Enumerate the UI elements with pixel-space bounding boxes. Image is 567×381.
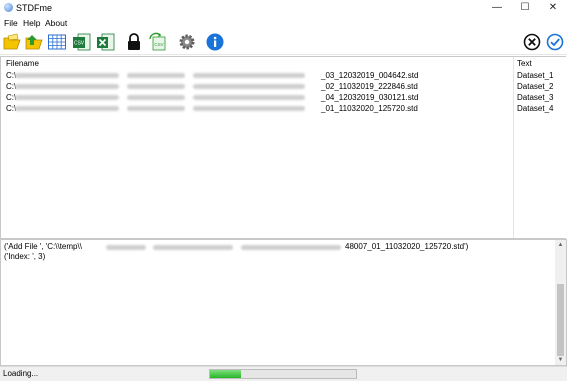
redacted-path — [106, 245, 146, 250]
log-scrollbar[interactable]: ▲ ▼ — [555, 240, 566, 365]
close-button[interactable]: ✕ — [539, 0, 567, 16]
app-icon — [4, 3, 13, 12]
filename-suffix: _04_12032019_030121.std — [321, 93, 419, 102]
settings-icon[interactable] — [177, 32, 197, 52]
toolbar: CSV CSV — [0, 29, 567, 55]
info-icon[interactable] — [205, 32, 225, 52]
row-text: Dataset_3 — [517, 93, 554, 102]
cancel-icon[interactable] — [522, 32, 542, 52]
redacted-path — [127, 84, 185, 89]
scrollbar-thumb[interactable] — [557, 284, 564, 356]
table-icon[interactable] — [47, 32, 67, 52]
status-bar: Loading... — [0, 366, 567, 381]
maximize-button[interactable]: ☐ — [511, 0, 539, 16]
ok-icon[interactable] — [545, 32, 565, 52]
log-line-index: ('Index: ', 3) — [4, 252, 46, 261]
redacted-path — [193, 106, 305, 111]
redacted-path — [193, 95, 305, 100]
status-text: Loading... — [3, 369, 39, 378]
column-filename[interactable]: Filename — [6, 59, 39, 68]
redacted-path — [127, 106, 185, 111]
redacted-path — [127, 73, 185, 78]
progress-bar — [209, 369, 357, 379]
svg-text:CSV: CSV — [74, 41, 85, 47]
redacted-path — [241, 245, 341, 250]
redacted-path — [193, 84, 305, 89]
title-bar: STDFme — ☐ ✕ — [0, 0, 567, 16]
log-line-add-file-start: ('Add File ', 'C:\\temp\\ — [4, 242, 82, 251]
redacted-path — [15, 84, 119, 89]
list-item[interactable]: C:\ _04_12032019_030121.std Dataset_3 — [1, 92, 566, 103]
minimize-button[interactable]: — — [483, 0, 511, 16]
filename-suffix: _03_12032019_004642.std — [321, 71, 419, 80]
row-text: Dataset_4 — [517, 104, 554, 113]
row-text: Dataset_2 — [517, 82, 554, 91]
log-line-add-file-end: 48007_01_11032020_125720.std') — [345, 242, 469, 251]
row-text: Dataset_1 — [517, 71, 554, 80]
redacted-path — [15, 95, 119, 100]
window-title: STDFme — [16, 3, 52, 13]
open-file-icon[interactable] — [24, 32, 44, 52]
progress-fill — [210, 370, 241, 378]
scroll-up-icon[interactable]: ▲ — [555, 240, 566, 250]
redacted-path — [153, 245, 233, 250]
menu-help[interactable]: Help — [23, 18, 40, 28]
filename-suffix: _02_11032019_222846.std — [321, 82, 418, 91]
list-item[interactable]: C:\ _02_11032019_222846.std Dataset_2 — [1, 81, 566, 92]
log-output[interactable]: ('Add File ', 'C:\\temp\\ 48007_01_11032… — [0, 239, 567, 366]
menu-file[interactable]: File — [4, 18, 18, 28]
list-item[interactable]: C:\ _01_11032020_125720.std Dataset_4 — [1, 103, 566, 114]
open-folder-icon[interactable] — [2, 32, 22, 52]
redacted-path — [127, 95, 185, 100]
filename-suffix: _01_11032020_125720.std — [321, 104, 418, 113]
csv-export-icon[interactable]: CSV — [72, 32, 92, 52]
svg-text:CSV: CSV — [154, 42, 163, 47]
menu-about[interactable]: About — [45, 18, 67, 28]
scroll-down-icon[interactable]: ▼ — [555, 355, 566, 365]
column-text[interactable]: Text — [517, 59, 532, 68]
redacted-path — [193, 73, 305, 78]
refresh-csv-icon[interactable]: CSV — [148, 32, 168, 52]
list-item[interactable]: C:\ _03_12032019_004642.std Dataset_1 — [1, 70, 566, 81]
redacted-path — [15, 106, 119, 111]
menu-bar: File Help About — [0, 16, 567, 29]
list-header: Filename Text — [1, 57, 566, 69]
excel-export-icon[interactable] — [96, 32, 116, 52]
redacted-path — [15, 73, 119, 78]
lock-icon[interactable] — [124, 32, 144, 52]
file-list[interactable]: Filename Text C:\ _03_12032019_004642.st… — [0, 56, 566, 239]
